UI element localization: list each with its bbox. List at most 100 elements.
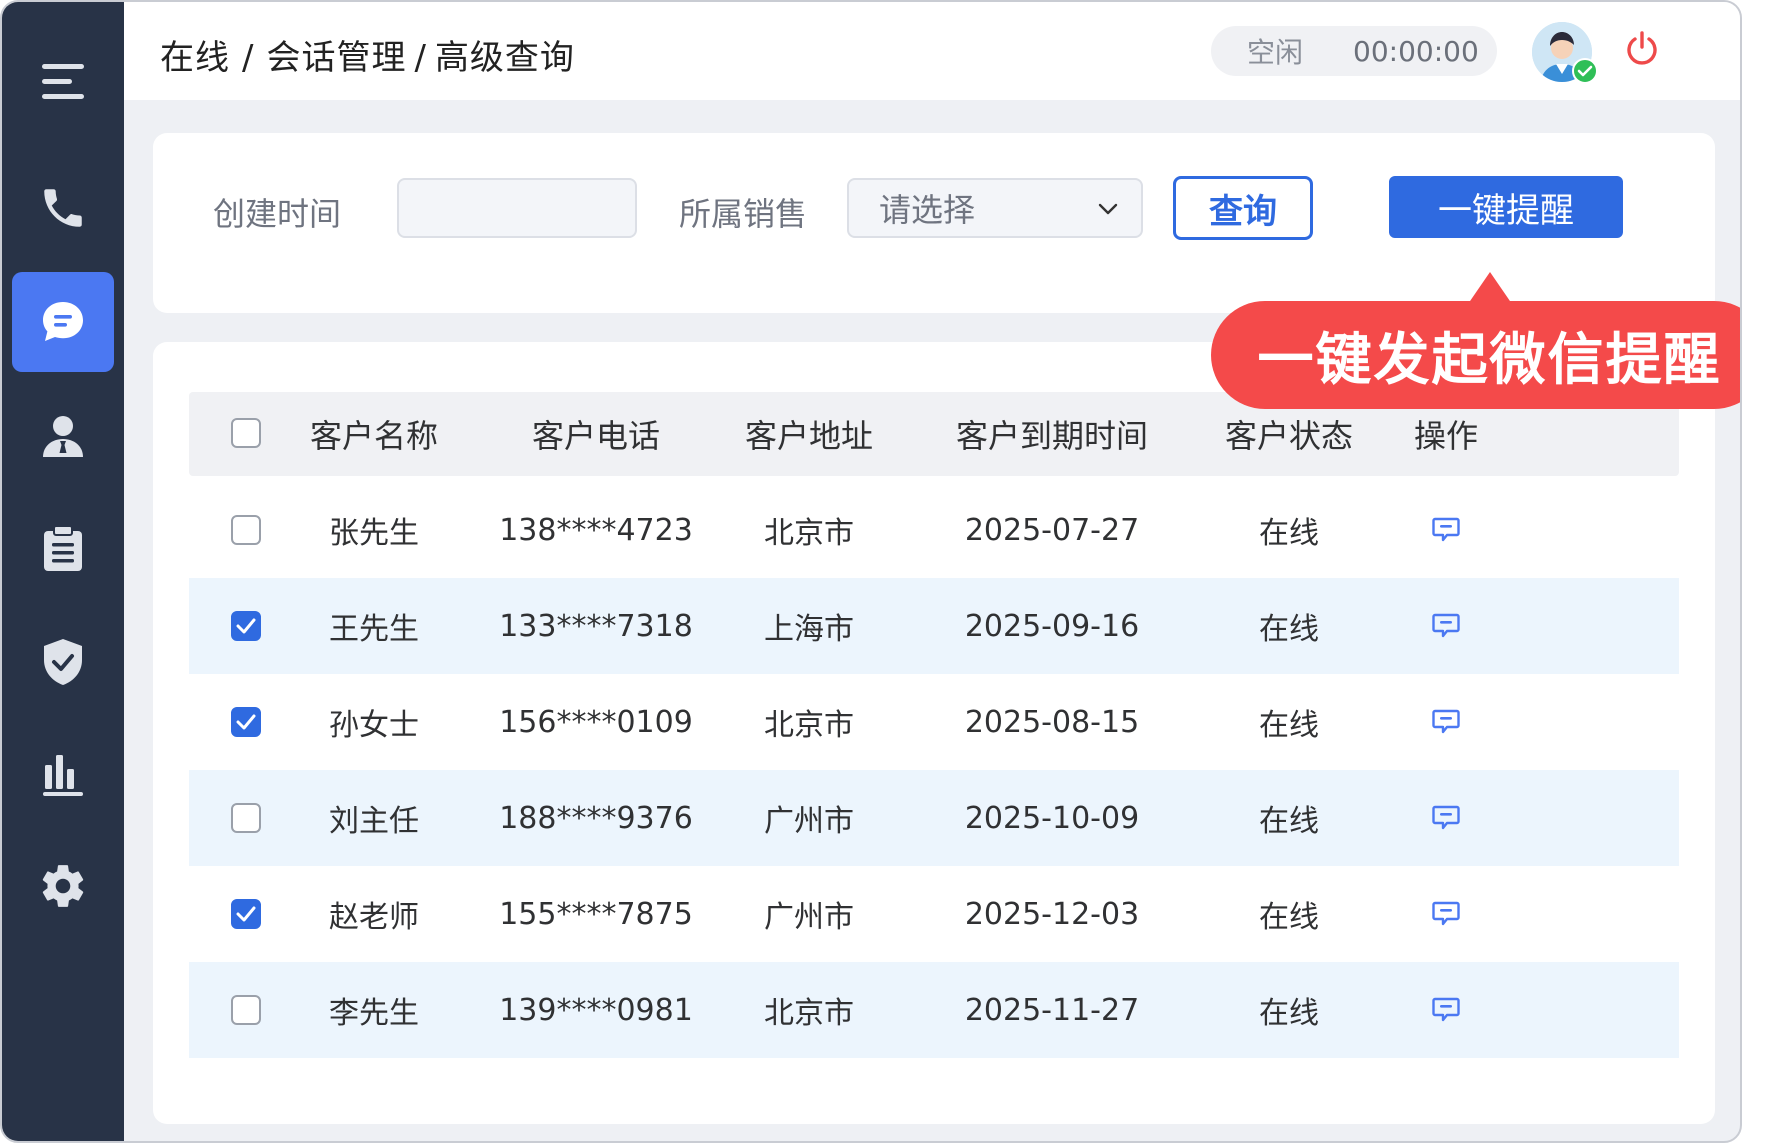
checkmark-icon <box>236 714 256 730</box>
table-row[interactable]: 李先生 139****0981 北京市 2025-11-27 在线 <box>189 962 1679 1058</box>
sidebar-item-security[interactable] <box>12 612 114 712</box>
send-message-button[interactable] <box>1389 962 1503 1058</box>
message-icon <box>1432 709 1460 734</box>
table-row[interactable]: 刘主任 188****9376 广州市 2025-10-09 在线 <box>189 770 1679 866</box>
select-all-checkbox[interactable] <box>231 418 261 448</box>
sidebar-item-chat[interactable] <box>12 272 114 372</box>
menu-toggle-button[interactable] <box>12 32 114 132</box>
agent-status-text: 空闲 <box>1247 36 1304 69</box>
send-message-button[interactable] <box>1389 866 1503 962</box>
breadcrumb-item-current: 高级查询 <box>434 38 575 78</box>
message-icon <box>1432 517 1460 542</box>
cell-status: 在线 <box>1259 516 1319 551</box>
send-message-button[interactable] <box>1389 770 1503 866</box>
breadcrumb-separator: / <box>242 38 255 78</box>
send-message-button[interactable] <box>1389 674 1503 770</box>
cell-address: 北京市 <box>764 516 854 551</box>
sales-select-placeholder: 请选择 <box>879 191 976 229</box>
message-icon <box>1432 997 1460 1022</box>
message-icon <box>1432 901 1460 926</box>
cell-phone: 139****0981 <box>499 992 693 1028</box>
user-icon <box>43 416 83 457</box>
table-row[interactable]: 赵老师 155****7875 广州市 2025-12-03 在线 <box>189 866 1679 962</box>
message-icon <box>1432 613 1460 638</box>
shield-check-icon <box>44 639 82 685</box>
message-icon <box>1432 805 1460 830</box>
customer-table-panel: 客户名称 客户电话 客户地址 客户到期时间 客户状态 操作 张先生 138****… <box>153 342 1715 1124</box>
breadcrumb-separator: / <box>414 38 427 78</box>
gear-icon <box>42 865 84 907</box>
sidebar <box>2 2 124 1141</box>
cell-status: 在线 <box>1259 708 1319 743</box>
cell-phone: 133****7318 <box>499 608 693 644</box>
row-checkbox[interactable] <box>231 803 261 833</box>
power-icon <box>1627 31 1657 65</box>
phone-icon <box>44 189 82 227</box>
table-row[interactable]: 孙女士 156****0109 北京市 2025-08-15 在线 <box>189 674 1679 770</box>
cell-phone: 156****0109 <box>499 704 693 740</box>
row-checkbox[interactable] <box>231 995 261 1025</box>
column-header-name: 客户名称 <box>309 417 438 455</box>
sales-label: 所属销售 <box>679 195 808 233</box>
checkmark-icon <box>236 618 256 634</box>
cell-phone: 155****7875 <box>499 896 693 932</box>
cell-expiry: 2025-11-27 <box>964 992 1140 1028</box>
sidebar-item-customers[interactable] <box>12 386 114 486</box>
sales-select[interactable]: 请选择 <box>847 178 1143 238</box>
cell-name: 李先生 <box>329 996 419 1031</box>
clipboard-icon <box>44 525 82 571</box>
cell-address: 上海市 <box>764 612 854 647</box>
query-button[interactable]: 查询 <box>1173 176 1313 240</box>
cell-phone: 188****9376 <box>499 800 693 836</box>
row-checkbox[interactable] <box>231 515 261 545</box>
cell-expiry: 2025-09-16 <box>964 608 1140 644</box>
cell-expiry: 2025-07-27 <box>964 512 1140 548</box>
sidebar-item-phone[interactable] <box>12 158 114 258</box>
cell-address: 北京市 <box>764 708 854 743</box>
row-checkbox[interactable] <box>231 707 261 737</box>
created-time-label: 创建时间 <box>213 195 342 233</box>
online-check-icon <box>1572 58 1598 84</box>
cell-status: 在线 <box>1259 900 1319 935</box>
power-button[interactable] <box>1624 30 1660 66</box>
sidebar-item-statistics[interactable] <box>12 724 114 824</box>
row-checkbox[interactable] <box>231 611 261 641</box>
send-message-button[interactable] <box>1389 578 1503 674</box>
breadcrumb-item[interactable]: 在线 <box>160 38 230 78</box>
one-click-remind-button[interactable]: 一键提醒 <box>1389 176 1623 238</box>
column-header-expiry: 客户到期时间 <box>955 417 1148 455</box>
send-message-button[interactable] <box>1389 482 1503 578</box>
row-checkbox[interactable] <box>231 899 261 929</box>
callout-pointer <box>1468 272 1512 304</box>
cell-name: 王先生 <box>329 612 419 647</box>
session-timer: 00:00:00 <box>1353 34 1479 68</box>
table-row[interactable]: 王先生 133****7318 上海市 2025-09-16 在线 <box>189 578 1679 674</box>
cell-status: 在线 <box>1259 996 1319 1031</box>
cell-name: 刘主任 <box>329 804 419 839</box>
app-window: 在线 / 会话管理 / 高级查询 空闲 00:00:00 创建时间 所属销售 请… <box>0 0 1742 1143</box>
top-header: 在线 / 会话管理 / 高级查询 空闲 00:00:00 <box>124 2 1740 100</box>
breadcrumb-item[interactable]: 会话管理 <box>266 38 406 78</box>
sidebar-item-settings[interactable] <box>12 836 114 936</box>
column-header-phone: 客户电话 <box>531 417 660 455</box>
cell-name: 孙女士 <box>329 708 419 743</box>
cell-address: 北京市 <box>764 996 854 1031</box>
bar-chart-icon <box>43 755 83 796</box>
breadcrumb: 在线 / 会话管理 / 高级查询 <box>160 30 575 79</box>
table-row[interactable]: 张先生 138****4723 北京市 2025-07-27 在线 <box>189 482 1679 578</box>
cell-status: 在线 <box>1259 804 1319 839</box>
cell-phone: 138****4723 <box>499 512 693 548</box>
cell-expiry: 2025-08-15 <box>964 704 1140 740</box>
agent-status-pill[interactable]: 空闲 00:00:00 <box>1211 26 1497 76</box>
cell-address: 广州市 <box>764 804 854 839</box>
chevron-down-icon <box>1098 203 1118 215</box>
created-time-input[interactable] <box>397 178 637 238</box>
column-header-address: 客户地址 <box>744 417 873 455</box>
cell-name: 张先生 <box>329 516 419 551</box>
cell-expiry: 2025-10-09 <box>964 800 1140 836</box>
checkmark-icon <box>236 906 256 922</box>
cell-name: 赵老师 <box>329 900 419 935</box>
avatar[interactable] <box>1532 22 1598 84</box>
cell-address: 广州市 <box>764 900 854 935</box>
sidebar-item-records[interactable] <box>12 499 114 599</box>
